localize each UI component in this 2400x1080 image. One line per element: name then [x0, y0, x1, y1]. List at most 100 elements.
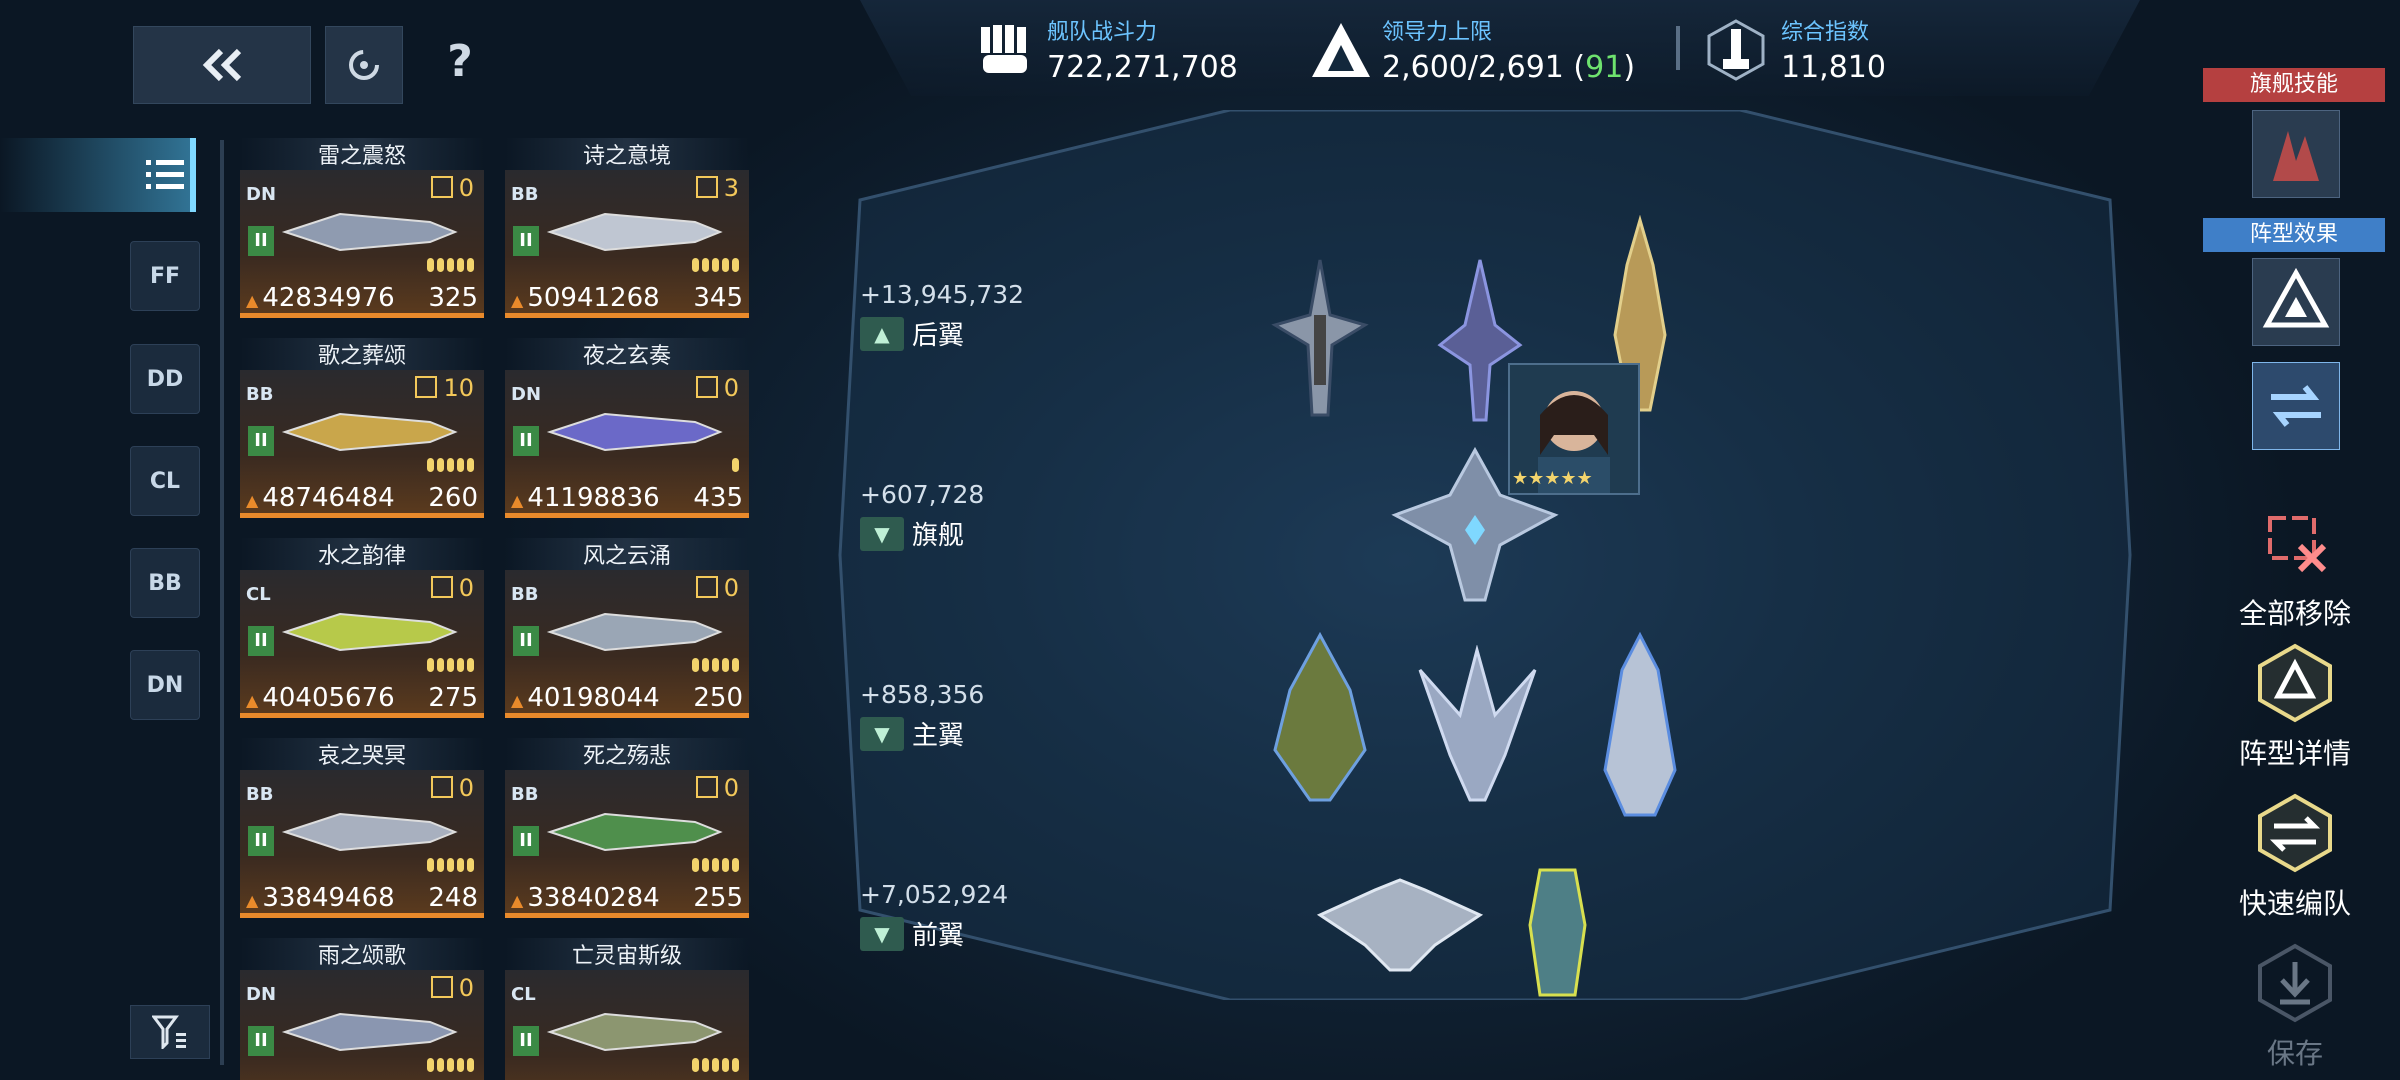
ship-card[interactable]: 雨之颂歌 DN 0 II — [240, 938, 484, 1080]
ship-class: BB — [511, 184, 539, 205]
ship-card-body: BB 10 II 48746484 260 — [240, 370, 484, 518]
chevron-down-icon: ▼ — [860, 916, 904, 951]
ship-card[interactable]: 哀之哭冥 BB 0 II 33849468 248 — [240, 738, 484, 918]
formation-slot-front-2[interactable] — [1525, 865, 1590, 1000]
ship-card[interactable]: 死之殇悲 BB 0 II 33840284 255 — [505, 738, 749, 918]
ship-energy-pips — [427, 858, 474, 872]
ship-energy-pips — [427, 458, 474, 472]
pip — [732, 258, 739, 272]
ship-star-level: 0 — [696, 374, 739, 402]
ship-card[interactable]: 亡灵宙斯级 CL II — [505, 938, 749, 1080]
ship-class: BB — [511, 784, 539, 805]
ship-card[interactable]: 水之韵律 CL 0 II 40405676 275 — [240, 538, 484, 718]
pause-icon: II — [248, 226, 274, 256]
commander-portrait[interactable]: ★★★★★ — [1508, 363, 1640, 495]
ship-card[interactable]: 雷之震怒 DN 0 II 42834976 325 — [240, 138, 484, 318]
ship-command-cost: 248 — [428, 883, 478, 913]
row-main-label: 主翼 — [912, 721, 965, 751]
row-rear-power: +13,945,732 — [860, 280, 1025, 309]
pip — [427, 258, 434, 272]
pip — [467, 258, 474, 272]
pip — [732, 458, 739, 472]
ship-card[interactable]: 诗之意境 BB 3 II 50941268 345 — [505, 138, 749, 318]
pause-icon: II — [248, 826, 274, 856]
row-front: +7,052,924 ▼ 前翼 — [860, 880, 1008, 952]
pip — [447, 458, 454, 472]
ship-card-body: DN 0 II — [240, 970, 484, 1080]
filter-dd[interactable]: DD — [130, 344, 200, 414]
flagship-skill-slot[interactable] — [2252, 110, 2340, 198]
quick-form-button[interactable]: 快速编队 — [2230, 790, 2360, 922]
pip — [467, 658, 474, 672]
ship-stats: 33849468 248 — [240, 883, 484, 913]
pip — [702, 258, 709, 272]
fleet-power-value: 722,271,708 — [1047, 50, 1238, 85]
swap-arrows-icon — [2271, 385, 2321, 427]
pause-icon: II — [248, 426, 274, 456]
remove-icon — [2252, 500, 2338, 586]
ship-power: 40405676 — [246, 683, 394, 713]
ship-class: DN — [511, 384, 542, 405]
formation-slot-rear-1[interactable] — [1270, 255, 1370, 425]
ship-power: 40198044 — [511, 683, 659, 713]
pip — [692, 858, 699, 872]
ship-name: 雨之颂歌 — [240, 938, 484, 970]
ship-card-body: DN 0 II 41198836 435 — [505, 370, 749, 518]
flagship-skill-label: 旗舰技能 — [2203, 68, 2385, 102]
filter-dn[interactable]: DN — [130, 650, 200, 720]
ship-star-level: 0 — [696, 574, 739, 602]
save-button[interactable]: 保存 — [2230, 940, 2360, 1072]
ship-name: 雷之震怒 — [240, 138, 484, 170]
ship-name: 亡灵宙斯级 — [505, 938, 749, 970]
filter-cl[interactable]: CL — [130, 446, 200, 516]
ship-command-cost: 325 — [428, 283, 478, 313]
filter-bb[interactable]: BB — [130, 548, 200, 618]
ship-card-body: CL 0 II 40405676 275 — [240, 570, 484, 718]
ship-star-level: 0 — [431, 974, 474, 1002]
ship-energy-pips — [692, 658, 739, 672]
formation-slot-main-3[interactable] — [1600, 630, 1680, 820]
row-front-label: 前翼 — [912, 921, 965, 951]
pip — [692, 258, 699, 272]
ship-name: 死之殇悲 — [505, 738, 749, 770]
ship-class: CL — [511, 984, 536, 1005]
ship-energy-pips — [692, 858, 739, 872]
formation-effect-label: 阵型效果 — [2203, 218, 2385, 252]
leadership-icon — [1310, 19, 1372, 81]
formation-effect-slot-1[interactable] — [2252, 258, 2340, 346]
ship-star-level: 0 — [431, 574, 474, 602]
ship-card[interactable]: 歌之葬颂 BB 10 II 48746484 260 — [240, 338, 484, 518]
refresh-button[interactable] — [325, 26, 403, 104]
ship-card[interactable]: 夜之玄奏 DN 0 II 41198836 435 — [505, 338, 749, 518]
pip — [447, 258, 454, 272]
formation-detail-button[interactable]: 阵型详情 — [2230, 640, 2360, 772]
formation-slot-main-1[interactable] — [1270, 630, 1370, 805]
ship-star-level: 10 — [415, 374, 474, 402]
filter-all[interactable] — [0, 138, 196, 212]
list-divider — [220, 140, 224, 1065]
formation-effect-slot-2[interactable] — [2252, 362, 2340, 450]
ship-command-cost: 275 — [428, 683, 478, 713]
ship-class: BB — [511, 584, 539, 605]
sort-filter-button[interactable] — [130, 1005, 210, 1059]
filter-ff[interactable]: FF — [130, 241, 200, 311]
ship-stats: 40198044 250 — [505, 683, 749, 713]
row-rear: +13,945,732 ▲ 后翼 — [860, 280, 1024, 352]
ship-command-cost: 255 — [693, 883, 743, 913]
ship-star-level: 0 — [431, 774, 474, 802]
refresh-icon — [349, 50, 379, 80]
ship-class: DN — [246, 984, 277, 1005]
pip — [712, 1058, 719, 1072]
back-button[interactable] — [133, 26, 311, 104]
pip — [437, 258, 444, 272]
ship-stats: 42834976 325 — [240, 283, 484, 313]
remove-all-button[interactable]: 全部移除 — [2230, 500, 2360, 632]
ship-card[interactable]: 风之云涌 BB 0 II 40198044 250 — [505, 538, 749, 718]
pip — [427, 858, 434, 872]
pip — [712, 258, 719, 272]
chevron-up-icon: ▲ — [860, 316, 904, 351]
formation-slot-main-2[interactable] — [1415, 645, 1540, 805]
ship-stats: 40405676 275 — [240, 683, 484, 713]
help-button[interactable]: ? — [430, 32, 490, 92]
formation-slot-front-1[interactable] — [1315, 875, 1485, 975]
